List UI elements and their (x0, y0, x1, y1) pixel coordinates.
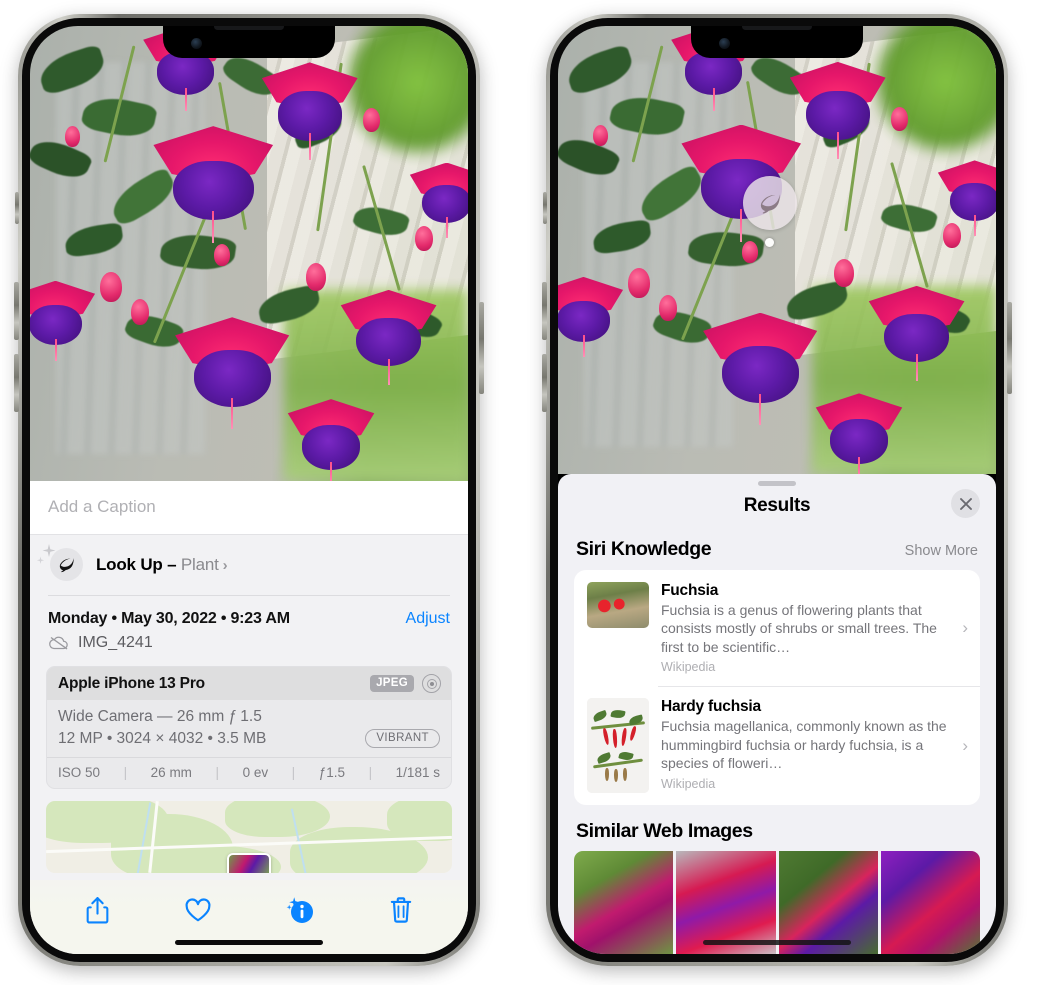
web-image-3[interactable] (778, 851, 878, 954)
visual-lookup-anchor-dot (765, 238, 774, 247)
camera-card-header: Apple iPhone 13 Pro JPEG (47, 667, 451, 700)
web-image-1[interactable] (574, 851, 674, 954)
web-image-4[interactable] (880, 851, 980, 954)
front-camera-icon (719, 38, 730, 49)
format-badge: JPEG (370, 675, 414, 692)
camera-model: Apple iPhone 13 Pro (58, 674, 205, 692)
left-phone-screen: Add a Caption Look Up – Plant › Monday •… (30, 26, 468, 954)
screenshot-canvas: Add a Caption Look Up – Plant › Monday •… (0, 0, 1055, 985)
exif-aperture: ƒ1.5 (318, 765, 346, 780)
web-image-2[interactable] (676, 851, 776, 954)
siri-knowledge-header: Siri Knowledge Show More (558, 523, 996, 570)
fuchsia-thumbnail (587, 582, 649, 628)
look-up-row[interactable]: Look Up – Plant › (30, 535, 468, 595)
file-row: IMG_4241 (30, 630, 468, 664)
photo-info-panel: Add a Caption Look Up – Plant › Monday •… (30, 481, 468, 954)
right-phone-screen: Results Siri Knowledge Show More Fuchsia… (558, 26, 996, 954)
result-description: Fuchsia magellanica, commonly known as t… (661, 718, 947, 772)
leaf-icon (760, 194, 780, 214)
sheet-header: Results (558, 486, 996, 523)
camera-card-body: Wide Camera — 26 mm ƒ 1.5 12 MP • 3024 ×… (47, 700, 451, 757)
look-up-title: Look Up – (96, 554, 181, 574)
fuchsia-photo (30, 26, 468, 481)
hardy-fuchsia-thumbnail (587, 698, 649, 794)
lens-line: Wide Camera — 26 mm ƒ 1.5 (58, 708, 262, 725)
silent-switch[interactable] (543, 192, 547, 224)
volume-down-button[interactable] (542, 354, 547, 412)
exif-row: ISO 50 | 26 mm | 0 ev | ƒ1.5 | 1/181 s (47, 757, 451, 788)
close-icon (959, 497, 972, 510)
photographic-style-badge: VIBRANT (365, 729, 440, 748)
fuchsia-photo (558, 26, 996, 474)
similar-web-images-strip (558, 851, 996, 954)
chevron-right-icon: › (962, 735, 968, 755)
location-map-preview[interactable] (46, 801, 452, 873)
result-description: Fuchsia is a genus of flowering plants t… (661, 602, 937, 655)
results-sheet: Results Siri Knowledge Show More Fuchsia… (558, 474, 996, 954)
exif-separator: | (291, 765, 296, 780)
siri-knowledge-title: Siri Knowledge (576, 538, 712, 560)
chevron-right-icon: › (222, 556, 228, 574)
bullseye-icon (422, 674, 441, 693)
spec-line: 12 MP • 3024 × 4032 • 3.5 MB (58, 729, 267, 747)
close-button[interactable] (951, 489, 980, 518)
visual-lookup-badge[interactable] (743, 176, 797, 230)
icloud-slash-icon (49, 636, 68, 650)
photo-viewer[interactable] (558, 26, 996, 474)
power-button[interactable] (1007, 302, 1012, 394)
chevron-right-icon: › (962, 618, 968, 638)
caption-input[interactable]: Add a Caption (30, 481, 468, 535)
notch (691, 26, 863, 58)
silent-switch[interactable] (15, 192, 19, 224)
sparkle-small-icon (36, 556, 45, 564)
photo-viewer[interactable] (30, 26, 468, 481)
home-indicator[interactable] (703, 940, 851, 945)
delete-button[interactable] (389, 896, 413, 924)
adjust-button[interactable]: Adjust (406, 610, 450, 628)
right-iphone-device: Results Siri Knowledge Show More Fuchsia… (542, 14, 1012, 966)
result-source: Wikipedia (661, 660, 716, 675)
favorite-button[interactable] (184, 897, 212, 923)
exif-separator: | (123, 765, 128, 780)
earpiece-speaker (214, 26, 284, 30)
notch (163, 26, 335, 58)
look-up-label: Look Up – Plant › (96, 554, 228, 575)
camera-info-card[interactable]: Apple iPhone 13 Pro JPEG Wide Camera — 2… (46, 666, 452, 789)
volume-down-button[interactable] (14, 354, 19, 412)
power-button[interactable] (479, 302, 484, 394)
similar-web-images-title: Similar Web Images (576, 820, 753, 843)
show-more-button[interactable]: Show More (905, 543, 978, 559)
exif-separator: | (215, 765, 220, 780)
volume-up-button[interactable] (14, 282, 19, 340)
exif-separator: | (368, 765, 373, 780)
info-button[interactable] (285, 895, 315, 925)
photo-location-marker (227, 852, 271, 873)
front-camera-icon (191, 38, 202, 49)
siri-knowledge-card-list: Fuchsia Fuchsia is a genus of flowering … (574, 570, 980, 806)
look-up-subject: Plant (180, 554, 219, 574)
exif-iso: ISO 50 (58, 765, 101, 780)
volume-up-button[interactable] (542, 282, 547, 340)
lookup-icon-background (50, 548, 83, 581)
exif-shutter: 1/181 s (395, 765, 440, 780)
exif-ev: 0 ev (242, 765, 269, 780)
exif-focal: 26 mm (150, 765, 192, 780)
list-item[interactable]: Hardy fuchsia Fuchsia magellanica, commo… (574, 686, 980, 805)
home-indicator[interactable] (175, 940, 323, 945)
list-item[interactable]: Fuchsia Fuchsia is a genus of flowering … (574, 570, 980, 686)
file-name: IMG_4241 (78, 634, 153, 651)
sheet-title: Results (743, 495, 811, 516)
photo-datetime: Monday • May 30, 2022 • 9:23 AM (48, 610, 290, 627)
leaf-icon (59, 558, 74, 573)
share-button[interactable] (85, 896, 110, 925)
date-row: Monday • May 30, 2022 • 9:23 AM Adjust (30, 596, 468, 630)
lookup-icon-group (36, 544, 83, 581)
similar-web-images-header: Similar Web Images (558, 805, 996, 851)
earpiece-speaker (742, 26, 812, 30)
caption-placeholder: Add a Caption (48, 497, 156, 516)
result-title: Hardy fuchsia (661, 698, 761, 716)
left-iphone-device: Add a Caption Look Up – Plant › Monday •… (14, 14, 484, 966)
result-source: Wikipedia (661, 776, 716, 791)
result-title: Fuchsia (661, 582, 719, 599)
